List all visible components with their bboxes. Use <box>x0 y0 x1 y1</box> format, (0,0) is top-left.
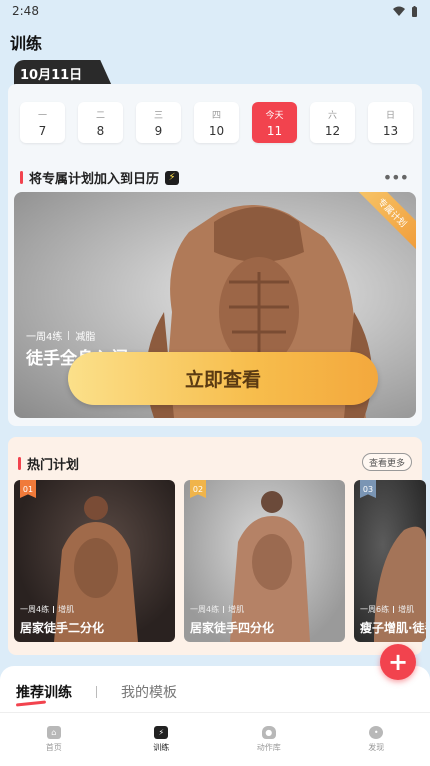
plan-goal: 增肌 <box>58 605 75 614</box>
calendar-card: 一7 二8 三9 四 10 今天 11 六 12 日 13 将专属计划加入到日历 ⚡ •… <box>8 84 422 426</box>
plan-image <box>374 526 426 642</box>
plan-image <box>54 496 138 642</box>
section-marker <box>20 171 23 184</box>
day-number: 11 <box>266 123 283 138</box>
tab-label: 发现 <box>368 743 385 752</box>
wifi-icon <box>393 6 405 16</box>
home-icon: ⌂ <box>46 726 61 739</box>
discover-icon: • <box>369 726 384 739</box>
day-weekday: 三 <box>153 110 163 121</box>
hot-plans-card: 热门计划 查看更多 01 一周4练 增肌 居家徒手二分化 02 一周4练 增肌 居家… <box>8 437 426 655</box>
day-cell[interactable]: 二8 <box>78 102 123 143</box>
status-time: 2:48 <box>12 4 39 18</box>
section-marker <box>18 457 21 470</box>
plan-frequency: 一周4练 <box>190 605 220 614</box>
day-weekday: 今天 <box>265 110 284 121</box>
bolt-icon: ⚡ <box>154 726 169 739</box>
day-weekday: 六 <box>327 110 337 121</box>
tab-my-templates[interactable]: 我的模板 <box>121 682 177 702</box>
tab-discover[interactable]: • 发现 <box>336 726 416 753</box>
plan-frequency: 一周6练 <box>360 605 390 614</box>
bolt-icon: ⚡ <box>165 170 180 185</box>
meta-divider <box>68 331 70 340</box>
see-more-button[interactable]: 查看更多 <box>362 453 412 471</box>
plus-icon[interactable]: + <box>380 644 416 680</box>
hero-frequency: 一周4练 <box>26 332 63 343</box>
plan-card[interactable]: 01 一周4练 增肌 居家徒手二分化 <box>14 480 175 642</box>
day-cell[interactable]: 四 10 <box>194 102 239 143</box>
tab-divider <box>96 686 97 698</box>
plan-image <box>230 491 310 642</box>
status-bar: 2:48 <box>0 0 430 22</box>
day-number: 7 <box>38 123 47 138</box>
day-cell[interactable]: 六 12 <box>310 102 355 143</box>
plan-list: 01 一周4练 增肌 居家徒手二分化 02 一周4练 增肌 居家徒手四分化 03 一… <box>14 480 426 642</box>
meta-divider <box>223 606 225 613</box>
status-icons <box>393 5 418 17</box>
meta-divider <box>53 606 55 613</box>
page-title: 训练 <box>10 34 43 53</box>
tab-label: 首页 <box>45 743 62 752</box>
day-weekday: 二 <box>95 110 105 121</box>
week-row: 一7 二8 三9 四 10 今天 11 六 12 日 13 <box>20 102 413 143</box>
plan-goal: 增肌 <box>228 605 245 614</box>
plan-goal: 增肌 <box>398 605 415 614</box>
hero-meta: 一周4练 减脂 <box>26 328 95 343</box>
hero-banner[interactable]: 专属计划 一周4练 减脂 徒手全身入门 立即查看 <box>14 192 416 418</box>
tab-training[interactable]: ⚡ 训练 <box>121 726 201 753</box>
plan-meta: 一周6练 增肌 <box>360 604 414 615</box>
more-options-icon[interactable]: ••• <box>383 168 409 187</box>
day-cell[interactable]: 三9 <box>136 102 181 143</box>
bottom-tab-bar: ⌂ 首页 ⚡ 训练 ● 动作库 • 发现 <box>0 712 430 766</box>
plan-name: 瘦子增肌·徒手 <box>360 621 426 635</box>
plan-card[interactable]: 03 一周6练增肌 瘦子增肌·徒手 <box>354 480 426 642</box>
day-weekday: 一 <box>37 110 47 121</box>
date-tab: 10月11日 <box>14 60 112 86</box>
day-number: 13 <box>382 123 399 138</box>
day-weekday: 四 <box>211 110 221 121</box>
plan-name: 居家徒手二分化 <box>20 621 105 635</box>
kettlebell-icon: ● <box>261 726 276 739</box>
day-number: 12 <box>324 123 341 138</box>
plan-card[interactable]: 02 一周4练 增肌 居家徒手四分化 <box>184 480 345 642</box>
hero-goal: 减脂 <box>75 332 96 343</box>
battery-icon <box>412 5 417 17</box>
plan-meta: 一周4练 增肌 <box>20 604 74 615</box>
day-number: 9 <box>154 123 163 138</box>
meta-divider <box>393 606 395 613</box>
tab-label: 训练 <box>153 743 170 752</box>
day-weekday: 日 <box>385 110 395 121</box>
recommend-tabs: 推荐训练 我的模板 <box>16 682 177 702</box>
tab-home[interactable]: ⌂ 首页 <box>14 726 94 753</box>
plan-meta: 一周4练 增肌 <box>190 604 244 615</box>
day-number: 8 <box>96 123 105 138</box>
view-now-button[interactable]: 立即查看 <box>68 352 378 405</box>
hot-plans-header: 热门计划 <box>18 454 79 473</box>
plan-name: 居家徒手四分化 <box>190 621 275 635</box>
tab-exercise-library[interactable]: ● 动作库 <box>229 726 309 753</box>
day-cell-today[interactable]: 今天 11 <box>252 102 297 143</box>
tab-label: 动作库 <box>256 743 281 752</box>
plan-frequency: 一周4练 <box>20 605 50 614</box>
day-cell[interactable]: 日 13 <box>368 102 413 143</box>
calendar-section-header: 将专属计划加入到日历 ⚡ <box>20 168 180 187</box>
day-number: 10 <box>208 123 225 138</box>
calendar-section-title: 将专属计划加入到日历 <box>29 172 160 187</box>
tab-recommended-training[interactable]: 推荐训练 <box>16 682 72 702</box>
day-cell[interactable]: 一7 <box>20 102 65 143</box>
hot-plans-title: 热门计划 <box>27 458 80 473</box>
